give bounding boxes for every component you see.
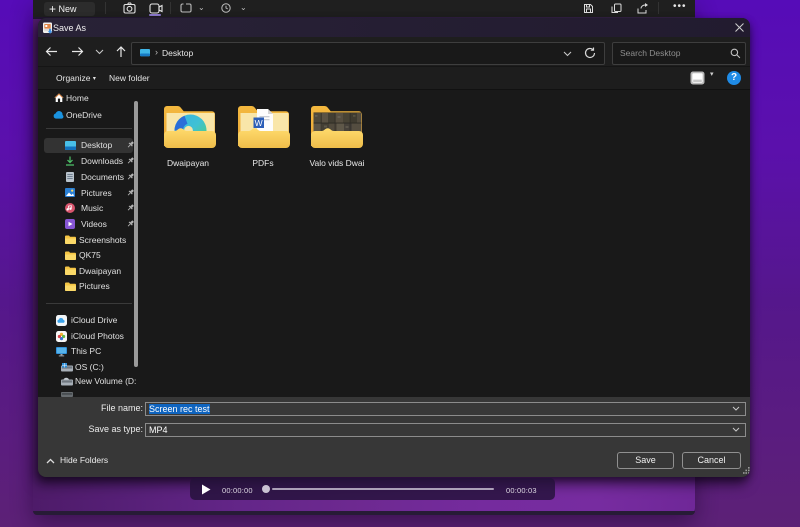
svg-text:W: W: [255, 118, 263, 128]
